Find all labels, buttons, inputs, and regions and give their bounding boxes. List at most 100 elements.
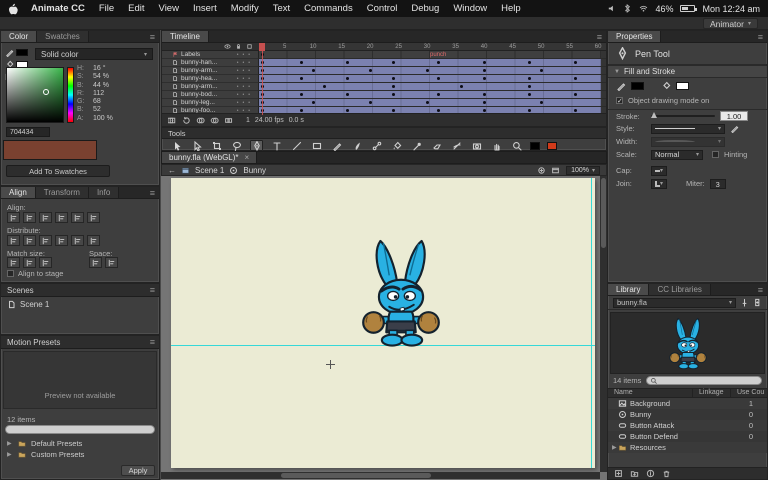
menu-item-control[interactable]: Control [360, 0, 405, 17]
layer-name-bunny-arm-[interactable]: bunny-arm...••• [162, 67, 259, 75]
edit-stroke-style-icon[interactable] [730, 124, 739, 133]
preset-search-input[interactable] [5, 425, 155, 434]
menu-item-view[interactable]: View [152, 0, 186, 17]
library-item-background[interactable]: Background1 [608, 398, 767, 409]
layer-frames[interactable] [259, 99, 606, 107]
keyframe[interactable] [574, 109, 577, 112]
width-select[interactable]: ▾ [651, 137, 725, 147]
free-transform-tool-icon[interactable] [210, 140, 223, 151]
frame-rate[interactable]: 24.00 fps [255, 117, 284, 124]
keyframe[interactable] [312, 69, 315, 72]
saturation-brightness-picker[interactable] [6, 67, 64, 123]
presets-panel-title[interactable]: Motion Presets≡ [1, 336, 159, 349]
vertical-guide[interactable] [591, 178, 592, 468]
distribute-left-icon[interactable] [55, 235, 68, 246]
color-type-select[interactable]: Solid color▾ [35, 48, 153, 60]
panel-menu-icon[interactable]: ≡ [597, 31, 602, 43]
pen-tool-icon[interactable] [250, 140, 263, 151]
section-fill-and-stroke[interactable]: ▼ Fill and Stroke [608, 65, 767, 78]
volume-icon[interactable] [607, 4, 616, 13]
paint-bucket-tool-icon[interactable] [390, 140, 403, 151]
menu-item-window[interactable]: Window [446, 0, 494, 17]
align-center-h-icon[interactable] [23, 212, 36, 223]
align-left-icon[interactable] [7, 212, 20, 223]
bluetooth-icon[interactable] [623, 4, 632, 13]
keyframe[interactable] [369, 69, 372, 72]
layer-state-dots[interactable]: ••• [237, 76, 258, 82]
stroke-slider[interactable] [651, 115, 715, 117]
keyframe[interactable] [574, 93, 577, 96]
pin-library-icon[interactable] [740, 298, 749, 307]
width-tool-icon[interactable] [450, 140, 463, 151]
distribute-center-h-icon[interactable] [71, 235, 84, 246]
eye-icon[interactable] [224, 43, 231, 50]
column-name[interactable]: Name [608, 389, 692, 397]
match-both-icon[interactable] [39, 257, 52, 268]
keyframe[interactable] [392, 109, 395, 112]
eyedropper-tool-icon[interactable] [410, 140, 423, 151]
library-column-headers[interactable]: Name Linkage Use Cou [608, 388, 767, 398]
preset-folder-default-presets[interactable]: ▶Default Presets [3, 438, 159, 449]
layer-frames[interactable] [259, 59, 606, 67]
menu-item-help[interactable]: Help [494, 0, 528, 17]
library-item-button-attack[interactable]: Button Attack0 [608, 420, 767, 431]
panel-menu-icon[interactable]: ≡ [758, 31, 763, 43]
preset-folder-custom-presets[interactable]: ▶Custom Presets [3, 449, 159, 460]
edit-multiple-frames-icon[interactable] [224, 116, 233, 125]
layer-frames[interactable]: punch [259, 51, 606, 59]
color-value-field[interactable]: S:54 % [77, 73, 157, 81]
keyframe[interactable] [460, 85, 463, 88]
rectangle-tool-icon[interactable] [310, 140, 323, 151]
text-tool-icon[interactable] [270, 140, 283, 151]
layer-state-dots[interactable]: ••• [237, 84, 258, 90]
keyframe[interactable] [483, 101, 486, 104]
playhead[interactable] [259, 43, 265, 51]
keyframe[interactable] [483, 69, 486, 72]
stroke-color-swatch[interactable] [631, 82, 644, 90]
keyframe[interactable] [426, 101, 429, 104]
line-tool-icon[interactable] [290, 140, 303, 151]
menu-item-debug[interactable]: Debug [404, 0, 446, 17]
layer-state-dots[interactable]: ••• [237, 60, 258, 66]
panel-menu-icon[interactable]: ≡ [150, 336, 155, 348]
lasso-tool-icon[interactable] [230, 140, 243, 151]
layer-name-bunny-arm-[interactable]: bunny-arm...••• [162, 83, 259, 91]
layer-name-bunny-leg-[interactable]: bunny-leg...••• [162, 99, 259, 107]
brush-tool-icon[interactable] [350, 140, 363, 151]
hex-input[interactable]: 704434 [6, 127, 50, 137]
menu-item-modify[interactable]: Modify [224, 0, 266, 17]
hand-tool-icon[interactable] [490, 140, 503, 151]
tab-transform[interactable]: Transform [36, 187, 89, 198]
stroke-value-field[interactable]: 1.00 [720, 111, 748, 121]
color-value-field[interactable]: R:112 [77, 90, 157, 98]
close-icon[interactable]: × [245, 152, 250, 164]
align-bottom-icon[interactable] [87, 212, 100, 223]
loop-icon[interactable] [182, 116, 191, 125]
stage-pasteboard[interactable] [161, 176, 607, 480]
keyframe[interactable] [346, 77, 349, 80]
panel-menu-icon[interactable]: ≡ [150, 284, 155, 296]
menubar-clock[interactable]: Mon 12:24 am [702, 4, 760, 14]
scale-select[interactable]: Normal▾ [651, 150, 703, 160]
layer-frames[interactable] [259, 83, 606, 91]
scenes-panel-title[interactable]: Scenes≡ [1, 284, 159, 297]
color-value-field[interactable]: B:44 % [77, 82, 157, 90]
tab-swatches[interactable]: Swatches [37, 31, 89, 42]
layer-frames[interactable] [259, 75, 606, 83]
library-search-input[interactable] [646, 376, 762, 385]
library-item-button-defend[interactable]: Button Defend0 [608, 431, 767, 442]
layer-visibility-columns[interactable] [162, 43, 259, 51]
stroke-color-proxy[interactable] [5, 48, 31, 57]
breadcrumb-scene[interactable]: Scene 1 [195, 166, 224, 175]
panel-menu-icon[interactable]: ≡ [758, 284, 763, 296]
scene-list-item[interactable]: Scene 1 [1, 297, 159, 312]
menu-item-text[interactable]: Text [266, 0, 297, 17]
cap-select[interactable]: ▾ [651, 166, 667, 176]
menu-item-file[interactable]: File [92, 0, 121, 17]
lock-icon[interactable] [235, 43, 242, 50]
color-picker-marker[interactable] [43, 89, 49, 95]
keyframe[interactable] [574, 61, 577, 64]
twirl-right-icon[interactable]: ▶ [7, 451, 13, 458]
color-value-field[interactable]: G:68 [77, 98, 157, 106]
pencil-tool-icon[interactable] [330, 140, 343, 151]
